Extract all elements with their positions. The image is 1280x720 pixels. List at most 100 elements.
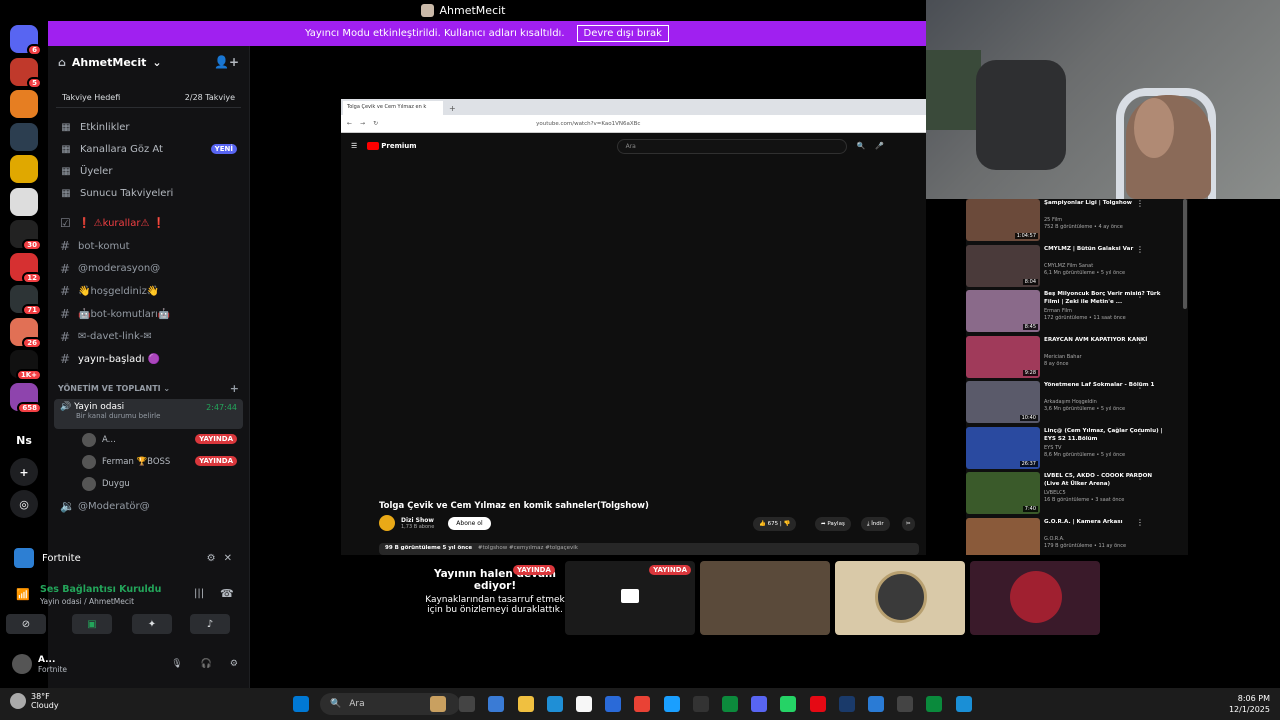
voice-user[interactable]: Ferman 🏆BOSS YAYINDA (48, 451, 249, 473)
mic-icon[interactable]: 🎤 (875, 142, 884, 150)
channel-avatar[interactable] (379, 515, 395, 531)
video-thumbnail[interactable]: 8:04 (966, 244, 1040, 287)
taskbar-app-icon[interactable] (459, 696, 476, 712)
video-channel[interactable]: Arkadaşım Hoşgeldin (1044, 399, 1169, 406)
connection-location[interactable]: Yayin odasi / AhmetMecit (40, 597, 134, 606)
noise-suppression-icon[interactable]: ||| (194, 588, 204, 599)
server-icon[interactable] (10, 122, 38, 151)
related-video[interactable]: 10:40 Yönetmene Laf Sokmalar - Bölüm 1 Ark… (966, 381, 1188, 425)
menu-icon[interactable]: ☰ (351, 142, 357, 150)
guild-header[interactable]: ⌂ AhmetMecit ⌄ 👤+ (48, 46, 249, 78)
taskbar-app-icon[interactable] (430, 696, 446, 712)
taskbar-app-icon[interactable] (576, 696, 592, 712)
video-thumbnail[interactable]: 1:04:57 (966, 199, 1040, 241)
server-icon[interactable]: 5 (10, 57, 42, 89)
camera-button[interactable]: ⊘ (6, 614, 46, 634)
more-options-icon[interactable]: ⋮ (1136, 336, 1144, 345)
more-options-icon[interactable]: ⋮ (1136, 290, 1144, 299)
video-title[interactable]: ERAYCAN AVM KAPATIYOR KANKİ (1044, 336, 1169, 344)
video-title[interactable]: Beş Milyoncuk Borç Verir misin? Türk Fil… (1044, 290, 1169, 306)
more-options-icon[interactable]: ⋮ (1136, 518, 1144, 527)
nav-members[interactable]: ▦ Üyeler (48, 160, 249, 182)
text-channel[interactable]: # bot-komut (48, 235, 249, 258)
screen-share-button[interactable]: ▣ (72, 614, 112, 634)
add-channel-icon[interactable]: + (230, 382, 239, 395)
stream-preview-3[interactable] (835, 561, 965, 635)
category-header[interactable]: YÖNETİM VE TOPLANTI ⌄ + (48, 379, 249, 399)
taskbar-app-icon[interactable] (926, 696, 943, 712)
nav-boost[interactable]: ▦ Sunucu Takviyeleri (48, 182, 249, 204)
taskbar-app-icon[interactable] (838, 696, 855, 712)
text-channel[interactable]: # 🤖bot-komutları🤖 (48, 303, 249, 326)
youtube-search-input[interactable]: Ara (616, 138, 847, 154)
disable-streamer-mode-button[interactable]: Devre dışı bırak (576, 25, 669, 42)
video-thumbnail[interactable]: 7:40 (966, 472, 1040, 514)
more-options-icon[interactable]: ⋮ (1136, 472, 1144, 481)
clip-button[interactable]: ✂ (902, 517, 915, 531)
channel-moderator[interactable]: 🔉 @Moderatör@ (48, 495, 249, 518)
server-icon[interactable]: 658 (10, 382, 42, 414)
game-settings-icon[interactable]: ⚙ (207, 553, 216, 564)
download-button[interactable]: ⤓ İndir (861, 517, 890, 531)
video-title[interactable]: G.O.R.A. | Kamera Arkası (1044, 518, 1169, 526)
avatar[interactable] (12, 654, 32, 674)
weather-widget[interactable]: 38°F Cloudy (10, 692, 59, 710)
server-icon[interactable] (10, 155, 38, 183)
server-icon[interactable]: 26 (10, 317, 42, 349)
related-video[interactable]: 1:04:57 Şampiyonlar Ligi | Tolgshow 25 Fil… (966, 199, 1188, 243)
back-icon[interactable]: ← (347, 120, 352, 127)
soundboard-button[interactable]: ♪ (190, 614, 230, 634)
video-thumbnail[interactable]: 9:28 (966, 335, 1040, 378)
add-server-icon[interactable]: + (10, 458, 38, 486)
discover-icon[interactable]: ◎ (10, 490, 38, 518)
video-channel[interactable]: 25 Film (1044, 217, 1169, 224)
video-channel[interactable]: Merician Bahar (1044, 354, 1169, 361)
related-video[interactable]: 9:28 ERAYCAN AVM KAPATIYOR KANKİ Merician … (966, 335, 1188, 380)
new-tab-icon[interactable]: + (449, 104, 456, 113)
video-thumbnail[interactable]: 8:45 (966, 290, 1040, 332)
server-icon[interactable] (10, 90, 38, 118)
subscribe-button[interactable]: Abone ol (448, 516, 491, 530)
nav-browse[interactable]: ▦ Kanallara Göz At YENİ (48, 138, 249, 160)
taskbar-app-icon[interactable] (546, 696, 563, 712)
reload-icon[interactable]: ↻ (373, 120, 378, 127)
start-menu-icon[interactable] (293, 696, 309, 712)
video-title[interactable]: CMYLMZ | Bütün Galaksi Var (1044, 245, 1169, 253)
discord-icon[interactable]: 6 (10, 25, 42, 56)
browser-tab[interactable]: Tolga Çevik ve Cem Yılmaz en k (343, 101, 443, 115)
invite-icon[interactable]: 👤+ (214, 55, 239, 69)
taskbar-app-icon[interactable] (488, 696, 505, 712)
more-options-icon[interactable]: ⋮ (1136, 199, 1144, 208)
related-video[interactable]: G.O.R.A. | Kamera Arkası G.O.R.A. 179 B gö… (966, 517, 1188, 555)
share-button[interactable]: ➦ Paylaş (815, 517, 851, 531)
more-options-icon[interactable]: ⋮ (1136, 381, 1144, 390)
disconnect-icon[interactable]: ☎ (220, 587, 234, 600)
voice-channel-yayin-odasi[interactable]: 🔊 Yayin odasi 2:47:44 Bir kanal durumu b… (54, 398, 243, 429)
text-channel[interactable]: # 👋hoşgeldiniz👋 (48, 280, 249, 303)
video-thumbnail[interactable] (966, 517, 1040, 555)
url-field[interactable]: youtube.com/watch?v=Kao1VN6aXBc (536, 121, 640, 127)
boost-goal[interactable]: Takviye Hedefi 2/28 Takviye (56, 88, 241, 108)
thumbs-down-icon[interactable]: 👎 (783, 521, 790, 527)
forward-icon[interactable]: → (360, 120, 365, 127)
taskbar-app-icon[interactable] (868, 696, 884, 712)
video-title[interactable]: Yönetmene Laf Sokmalar - Bölüm 1 (1044, 381, 1169, 389)
related-video[interactable]: 26:37 Linç@ (Cem Yılmaz, Çağlar Çorumlu) … (966, 426, 1188, 471)
taskbar-app-icon[interactable] (517, 696, 534, 712)
video-title[interactable]: Linç@ (Cem Yılmaz, Çağlar Çorumlu) | EYS… (1044, 427, 1169, 443)
text-channel[interactable]: ☑ ❗ ⚠kurallar⚠ ❗ (48, 212, 249, 235)
related-scrollbar[interactable] (1183, 199, 1187, 309)
taskbar-app-icon[interactable] (692, 696, 709, 712)
microphone-icon[interactable]: 🎙 (171, 659, 182, 669)
taskbar-app-icon[interactable] (780, 696, 797, 712)
stream-preview-2[interactable] (700, 561, 830, 635)
taskbar-app-icon[interactable] (663, 696, 680, 712)
taskbar-app-icon[interactable] (722, 696, 738, 712)
server-icon[interactable] (10, 187, 38, 216)
voice-user[interactable]: Duygu (48, 473, 249, 495)
video-thumbnail[interactable]: 26:37 (966, 426, 1040, 469)
text-channel[interactable]: # yayın-başladı 🟣 (48, 348, 249, 371)
related-video[interactable]: 8:45 Beş Milyoncuk Borç Verir misin? Türk… (966, 290, 1188, 334)
server-icon[interactable]: 12 (10, 252, 42, 284)
taskbar-app-icon[interactable] (751, 696, 768, 712)
